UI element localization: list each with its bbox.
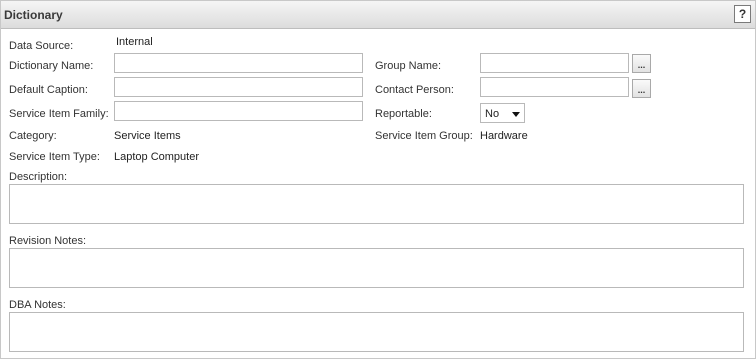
group-name-label: Group Name:: [375, 60, 442, 72]
dictionary-name-input[interactable]: [114, 53, 363, 73]
revision-notes-textarea[interactable]: [9, 248, 744, 288]
category-value: Service Items: [114, 130, 181, 142]
service-item-group-label: Service Item Group:: [375, 130, 473, 142]
group-name-lookup-button[interactable]: ...: [632, 54, 651, 73]
chevron-down-icon: [512, 112, 520, 117]
dba-notes-textarea[interactable]: [9, 312, 744, 352]
reportable-select[interactable]: No: [480, 103, 525, 123]
help-button[interactable]: ?: [734, 5, 751, 23]
dictionary-name-label: Dictionary Name:: [9, 60, 94, 72]
panel-header: Dictionary ?: [1, 1, 755, 29]
service-item-type-label: Service Item Type:: [9, 151, 100, 163]
category-label: Category:: [9, 130, 57, 142]
panel-title: Dictionary: [4, 8, 63, 22]
default-caption-label: Default Caption:: [9, 84, 88, 96]
dictionary-panel: Dictionary ? Data Source: Internal Dicti…: [0, 0, 756, 359]
data-source-value: Internal: [116, 36, 153, 48]
dba-notes-label: DBA Notes:: [9, 299, 66, 311]
description-textarea[interactable]: [9, 184, 744, 224]
reportable-label: Reportable:: [375, 108, 432, 120]
contact-person-input[interactable]: [480, 77, 629, 97]
description-label: Description:: [9, 171, 68, 183]
default-caption-input[interactable]: [114, 77, 363, 97]
reportable-select-value: No: [485, 108, 500, 120]
service-item-family-input[interactable]: [114, 101, 363, 121]
service-item-group-value: Hardware: [480, 130, 528, 142]
service-item-type-value: Laptop Computer: [114, 151, 199, 163]
revision-notes-label: Revision Notes:: [9, 235, 87, 247]
service-item-family-label: Service Item Family:: [9, 108, 109, 120]
contact-person-label: Contact Person:: [375, 84, 454, 96]
contact-person-lookup-button[interactable]: ...: [632, 79, 651, 98]
data-source-label: Data Source:: [9, 40, 74, 52]
group-name-input[interactable]: [480, 53, 629, 73]
